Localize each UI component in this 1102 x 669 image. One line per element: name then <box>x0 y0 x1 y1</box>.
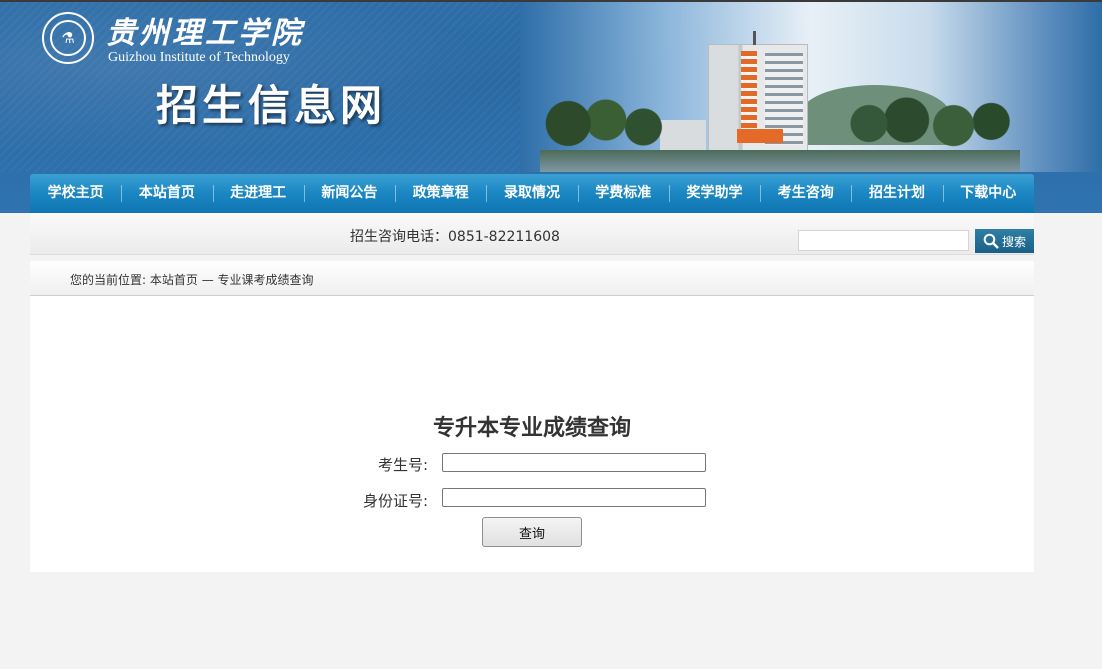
breadcrumb-home-link[interactable]: 本站首页 <box>150 273 198 287</box>
main-content: 专升本专业成绩查询 考生号: 身份证号: 查询 <box>30 296 1034 572</box>
banner-water <box>540 150 1020 172</box>
school-name-en: Guizhou Institute of Technology <box>108 50 290 65</box>
site-title: 招生信息网 <box>156 81 387 130</box>
search-icon <box>983 233 999 249</box>
form-title: 专升本专业成绩查询 <box>432 416 631 441</box>
school-emblem-icon[interactable]: ⚗ <box>42 12 94 64</box>
breadcrumb: 您的当前位置: 本站首页 — 专业课考成绩查询 <box>70 271 314 288</box>
nav-item-plan[interactable]: 招生计划 <box>851 174 942 213</box>
exam-number-input[interactable] <box>442 453 706 472</box>
breadcrumb-bar: 您的当前位置: 本站首页 — 专业课考成绩查询 <box>30 261 1034 296</box>
nav-item-news[interactable]: 新闻公告 <box>303 174 395 213</box>
search-button-label: 搜索 <box>1001 234 1026 249</box>
nav-item-site-home[interactable]: 本站首页 <box>121 174 212 213</box>
query-button[interactable]: 查询 <box>482 517 582 547</box>
school-name-cn: 贵州理工学院 <box>106 16 304 51</box>
breadcrumb-prefix: 您的当前位置: <box>70 273 150 287</box>
nav-item-scholarship[interactable]: 奖学助学 <box>668 174 760 213</box>
exam-number-label: 考生号: <box>377 456 428 474</box>
id-number-input[interactable] <box>442 488 706 507</box>
id-number-label: 身份证号: <box>362 492 428 510</box>
nav-item-consult[interactable]: 考生咨询 <box>760 174 851 213</box>
contact-phone: 招生咨询电话：0851-82211608 <box>350 229 560 245</box>
main-nav: 学校主页 本站首页 走进理工 新闻公告 政策章程 录取情况 学费标准 奖学助学 … <box>30 174 1034 213</box>
breadcrumb-current: 专业课考成绩查询 <box>217 273 314 287</box>
search-button[interactable]: 搜索 <box>975 229 1034 253</box>
contact-bar: 招生咨询电话：0851-82211608 搜索 <box>30 213 1034 255</box>
nav-item-policy[interactable]: 政策章程 <box>395 174 486 213</box>
search-input[interactable] <box>798 230 969 251</box>
nav-item-tuition[interactable]: 学费标准 <box>577 174 669 213</box>
building-antenna <box>753 31 756 45</box>
nav-item-school-home[interactable]: 学校主页 <box>30 174 121 213</box>
emblem-inner-icon: ⚗ <box>50 20 86 56</box>
nav-item-about[interactable]: 走进理工 <box>212 174 304 213</box>
breadcrumb-separator: — <box>197 273 218 287</box>
nav-item-admission[interactable]: 录取情况 <box>486 174 577 213</box>
nav-item-download[interactable]: 下载中心 <box>942 174 1034 213</box>
